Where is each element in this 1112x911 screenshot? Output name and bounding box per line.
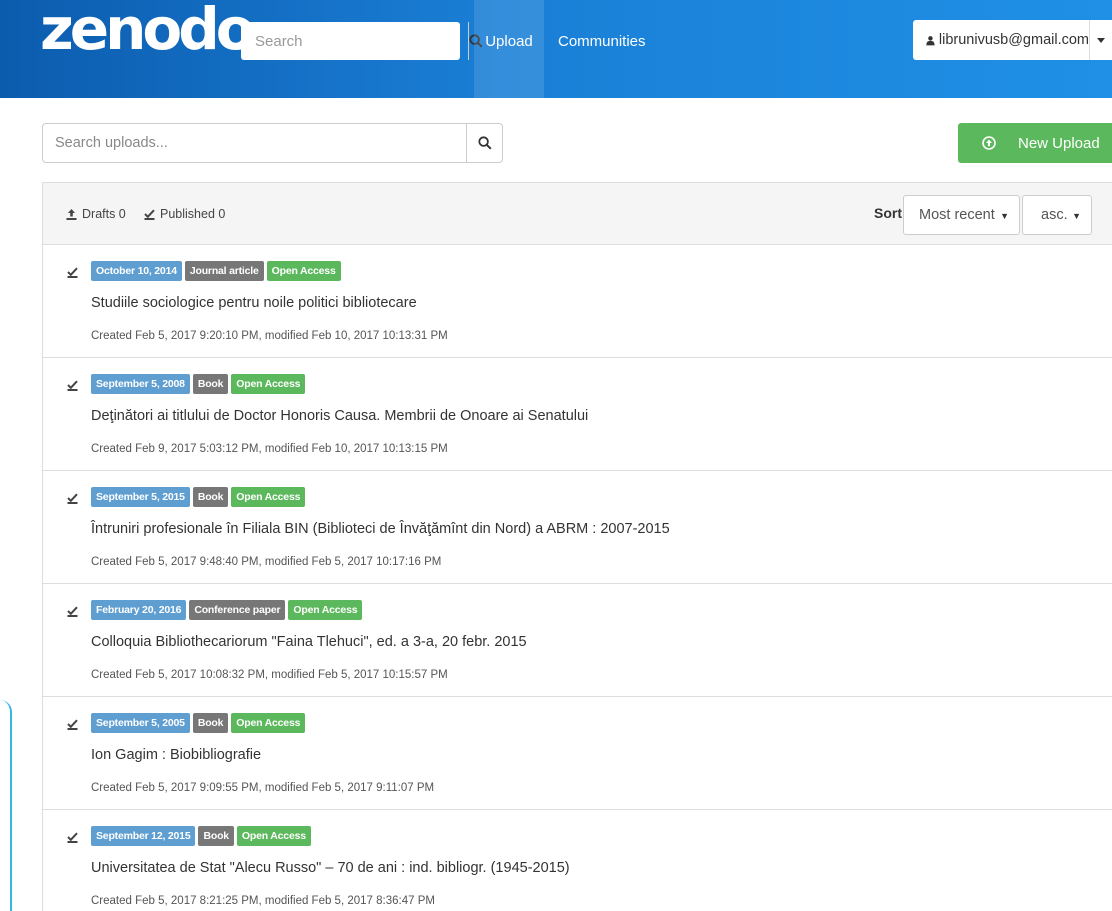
sort-select[interactable]: Most recent ▼: [903, 195, 1020, 235]
nav-upload-label: Upload: [485, 33, 533, 50]
user-menu[interactable]: librunivusb@gmail.com: [913, 20, 1112, 60]
check-icon: [67, 719, 78, 730]
uploads-search-button[interactable]: [466, 124, 502, 162]
record-title[interactable]: Ion Gagim : Biobibliografie: [91, 747, 261, 763]
type-badge: Book: [192, 374, 229, 394]
header-search: [241, 22, 483, 60]
check-icon: [67, 832, 78, 843]
uploads-list: October 10, 2014 Journal article Open Ac…: [42, 245, 1112, 911]
record-badges: September 5, 2015 Book Open Access: [91, 487, 306, 507]
record-row[interactable]: September 12, 2015 Book Open Access Univ…: [42, 810, 1112, 911]
record-title[interactable]: Întruniri profesionale în Filiala BIN (B…: [91, 521, 670, 537]
caret-down-icon: ▼: [1072, 211, 1081, 221]
check-icon: [67, 493, 78, 504]
new-upload-label: New Upload: [1018, 134, 1100, 152]
zenodo-logo[interactable]: zenodo: [40, 0, 256, 64]
type-badge: Book: [192, 713, 229, 733]
new-upload-button[interactable]: New Upload: [958, 123, 1112, 163]
check-icon: [67, 267, 78, 278]
access-badge: Open Access: [266, 261, 341, 281]
access-badge: Open Access: [288, 600, 363, 620]
record-meta: Created Feb 5, 2017 9:48:40 PM, modified…: [91, 556, 442, 568]
type-badge: Conference paper: [189, 600, 286, 620]
nav-communities[interactable]: Communities: [558, 33, 646, 50]
record-title[interactable]: Colloquia Bibliothecariorum "Faina Tlehu…: [91, 634, 527, 650]
record-title[interactable]: Studiile sociologice pentru noile politi…: [91, 295, 417, 311]
type-badge: Journal article: [184, 261, 264, 281]
date-badge: September 12, 2015: [91, 826, 196, 846]
date-badge: September 5, 2015: [91, 487, 190, 507]
sort-label: Sort: [874, 205, 902, 221]
type-badge: Book: [198, 826, 234, 846]
uploads-search-input[interactable]: [43, 124, 466, 162]
check-icon: [67, 606, 78, 617]
check-icon: [67, 380, 78, 391]
upload-circle-icon: [982, 136, 996, 150]
upload-tray-icon: [66, 208, 77, 220]
user-icon: [926, 35, 935, 45]
record-meta: Created Feb 9, 2017 5:03:12 PM, modified…: [91, 443, 448, 455]
user-menu-toggle[interactable]: [1089, 20, 1112, 60]
date-badge: October 10, 2014: [91, 261, 182, 281]
sort-select-value: Most recent: [919, 207, 995, 223]
filter-drafts-label: Drafts 0: [82, 207, 126, 221]
date-badge: September 5, 2008: [91, 374, 190, 394]
caret-down-icon: ▼: [1000, 211, 1009, 221]
date-badge: February 20, 2016: [91, 600, 187, 620]
record-row[interactable]: October 10, 2014 Journal article Open Ac…: [42, 245, 1112, 358]
record-row[interactable]: September 5, 2015 Book Open Access Întru…: [42, 471, 1112, 584]
type-badge: Book: [192, 487, 229, 507]
order-select-value: asc.: [1041, 207, 1068, 223]
top-navbar: zenodo Upload Communities librunivusb@gm…: [0, 0, 1112, 98]
record-meta: Created Feb 5, 2017 9:20:10 PM, modified…: [91, 330, 448, 342]
nav-upload[interactable]: Upload: [474, 0, 544, 98]
date-badge: September 5, 2005: [91, 713, 190, 733]
access-badge: Open Access: [231, 487, 306, 507]
record-row[interactable]: September 5, 2008 Book Open Access Deţin…: [42, 358, 1112, 471]
filter-published-label: Published 0: [160, 207, 226, 221]
filter-published[interactable]: Published 0: [144, 207, 225, 221]
order-select[interactable]: asc. ▼: [1022, 195, 1092, 235]
record-row[interactable]: February 20, 2016 Conference paper Open …: [42, 584, 1112, 697]
access-badge: Open Access: [231, 713, 306, 733]
user-menu-button[interactable]: librunivusb@gmail.com: [913, 32, 1089, 48]
uploads-search: [42, 123, 503, 163]
record-meta: Created Feb 5, 2017 9:09:55 PM, modified…: [91, 782, 435, 794]
filter-drafts[interactable]: Drafts 0: [66, 207, 126, 221]
check-icon: [144, 209, 155, 220]
access-badge: Open Access: [236, 826, 311, 846]
caret-down-icon: [1097, 37, 1105, 43]
record-row[interactable]: September 5, 2005 Book Open Access Ion G…: [42, 697, 1112, 810]
user-email: librunivusb@gmail.com: [938, 32, 1089, 48]
access-badge: Open Access: [231, 374, 306, 394]
record-meta: Created Feb 5, 2017 10:08:32 PM, modifie…: [91, 669, 448, 681]
record-title[interactable]: Universitatea de Stat "Alecu Russo" – 70…: [91, 860, 570, 876]
record-badges: October 10, 2014 Journal article Open Ac…: [91, 261, 341, 281]
search-icon: [477, 136, 492, 150]
decorative-edge: [0, 700, 12, 911]
record-badges: February 20, 2016 Conference paper Open …: [91, 600, 363, 620]
uploads-panel-header: Drafts 0 Published 0 Sort Most recent ▼ …: [42, 182, 1112, 245]
header-search-input[interactable]: [241, 22, 468, 60]
record-meta: Created Feb 5, 2017 8:21:25 PM, modified…: [91, 895, 435, 907]
record-badges: September 5, 2008 Book Open Access: [91, 374, 306, 394]
record-badges: September 12, 2015 Book Open Access: [91, 826, 311, 846]
record-badges: September 5, 2005 Book Open Access: [91, 713, 306, 733]
record-title[interactable]: Deţinători ai titlului de Doctor Honoris…: [91, 408, 588, 424]
